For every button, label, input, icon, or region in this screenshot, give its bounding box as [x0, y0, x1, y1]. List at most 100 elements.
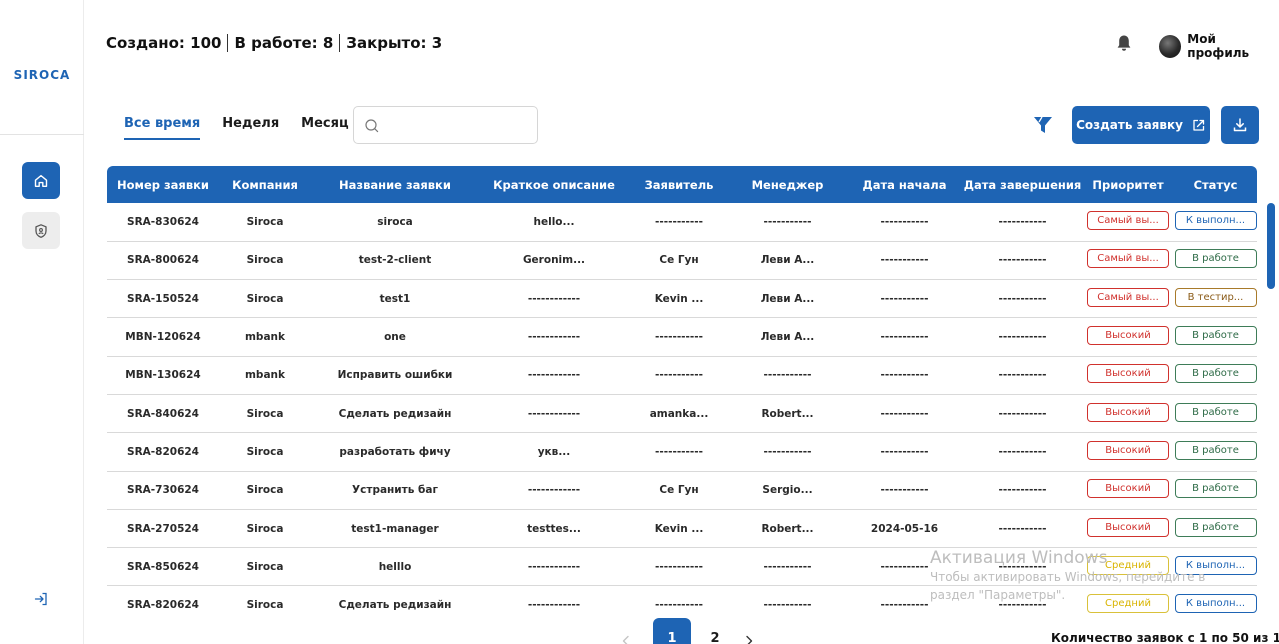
status-cell: В работе — [1174, 241, 1257, 281]
table-cell: SRA-150524 — [107, 279, 219, 319]
tab-month[interactable]: Месяц — [301, 116, 348, 140]
table-row[interactable]: SRA-270524 Siroca test1-manager testtes... K… — [107, 509, 1257, 549]
priority-badge: Высокий — [1087, 440, 1169, 460]
search-input[interactable] — [386, 112, 531, 138]
status-cell: В работе — [1174, 471, 1257, 510]
status-cell: В тестир... — [1174, 279, 1257, 319]
tab-all-time[interactable]: Все время — [124, 116, 201, 140]
table-row[interactable]: SRA-840624 Siroca Сделать редизайн --------… — [107, 394, 1257, 434]
table-cell: test-2-client — [311, 241, 479, 281]
table-cell: amanka... — [629, 394, 729, 434]
create-ticket-button[interactable]: Создать заявку — [1072, 106, 1210, 144]
priority-cell: Самый вы... — [1082, 241, 1174, 281]
table-cell: SRA-730624 — [107, 471, 219, 510]
watermark-line: Чтобы активировать Windows, перейдите в — [930, 570, 1206, 584]
filter-icon[interactable] — [1032, 114, 1054, 136]
table-cell: ------------ — [479, 279, 629, 319]
prev-page-button[interactable] — [616, 628, 636, 644]
table-cell: Siroca — [219, 509, 311, 549]
column-header: Статус — [1174, 166, 1257, 203]
table-cell: Леви А... — [729, 241, 846, 281]
table-cell: SRA-830624 — [107, 203, 219, 242]
status-cell: В работе — [1174, 394, 1257, 434]
table-row[interactable]: SRA-150524 Siroca test1 ------------ Kevin .… — [107, 279, 1257, 319]
priority-badge: Высокий — [1087, 402, 1169, 422]
column-header: Дата начала — [846, 166, 963, 203]
priority-badge: Высокий — [1087, 479, 1169, 499]
table-cell: ----------- — [729, 547, 846, 587]
sidebar-item-home[interactable] — [22, 162, 60, 199]
status-cell: В работе — [1174, 509, 1257, 549]
table-cell: Siroca — [219, 585, 311, 616]
table-cell: ------------ — [479, 317, 629, 357]
table-cell: ----------- — [846, 432, 963, 472]
table-cell: разработать фичу — [311, 432, 479, 472]
table-row[interactable]: SRA-730624 Siroca Устранить баг -----------… — [107, 471, 1257, 510]
table-cell: ----------- — [629, 585, 729, 616]
profile-menu[interactable]: Мой профиль — [1159, 32, 1279, 60]
table-cell: Siroca — [219, 241, 311, 281]
logout-button[interactable] — [31, 589, 51, 609]
table-header-row: Номер заявки Компания Название заявки Кратк… — [107, 166, 1257, 203]
bell-icon[interactable] — [1114, 33, 1134, 53]
sidebar: SIROCA — [0, 0, 84, 644]
table-row[interactable]: MBN-120624 mbank one ------------ ----------… — [107, 317, 1257, 357]
table-cell: SRA-840624 — [107, 394, 219, 434]
table-cell: hello... — [479, 203, 629, 242]
table-cell: ----------- — [729, 432, 846, 472]
table-cell: ----------- — [629, 356, 729, 395]
table-cell: Siroca — [219, 432, 311, 472]
status-badge: В работе — [1174, 249, 1257, 269]
table-cell: siroca — [311, 203, 479, 242]
status-badge: В работе — [1174, 479, 1257, 499]
priority-badge: Самый вы... — [1087, 210, 1169, 230]
table-row[interactable]: SRA-830624 Siroca siroca hello... ----------… — [107, 203, 1257, 242]
table-cell: ----------- — [729, 203, 846, 242]
table-cell: Siroca — [219, 279, 311, 319]
download-button[interactable] — [1221, 106, 1259, 144]
chevron-right-icon — [746, 635, 753, 644]
table-cell: ----------- — [963, 356, 1082, 395]
table-cell: mbank — [219, 317, 311, 357]
status-badge: В работе — [1174, 440, 1257, 460]
app-logo[interactable]: SIROCA — [0, 68, 84, 82]
page-button-1[interactable]: 1 — [653, 618, 691, 644]
table-cell: ----------- — [963, 279, 1082, 319]
create-ticket-label: Создать заявку — [1076, 118, 1183, 132]
priority-cell: Высокий — [1082, 317, 1174, 357]
table-cell: Леви А... — [729, 279, 846, 319]
tab-week[interactable]: Неделя — [222, 116, 279, 140]
table-row[interactable]: SRA-820624 Siroca разработать фичу укв... --… — [107, 432, 1257, 472]
next-page-button[interactable] — [739, 628, 759, 644]
table-cell: Се Гун — [629, 471, 729, 510]
windows-activation-watermark: Активация Windows Чтобы активировать Win… — [930, 548, 1205, 604]
column-header: Менеджер — [729, 166, 846, 203]
table-cell: Сделать редизайн — [311, 585, 479, 616]
table-cell: Се Гун — [629, 241, 729, 281]
table-scrollbar[interactable] — [1267, 203, 1275, 289]
table-cell: helllo — [311, 547, 479, 587]
table-cell: MBN-120624 — [107, 317, 219, 357]
status-badge: В работе — [1174, 402, 1257, 422]
table-cell: Siroca — [219, 471, 311, 510]
status-badge: В тестир... — [1174, 287, 1257, 307]
sidebar-item-security[interactable] — [22, 212, 60, 249]
status-badge: В работе — [1174, 364, 1257, 384]
status-cell: В работе — [1174, 432, 1257, 472]
page-button-2[interactable]: 2 — [696, 618, 734, 644]
table-cell: ----------- — [846, 356, 963, 395]
priority-cell: Самый вы... — [1082, 203, 1174, 242]
priority-cell: Высокий — [1082, 509, 1174, 549]
logout-icon — [34, 592, 47, 606]
table-cell: Robert... — [729, 509, 846, 549]
table-row[interactable]: SRA-800624 Siroca test-2-client Geronim... С… — [107, 241, 1257, 281]
sidebar-divider — [0, 134, 84, 135]
stat-closed: Закрыто: 3 — [346, 34, 443, 52]
table-cell: ----------- — [846, 279, 963, 319]
table-row[interactable]: MBN-130624 mbank Исправить ошибки ---------… — [107, 356, 1257, 395]
table-cell: ----------- — [629, 547, 729, 587]
table-cell: ----------- — [729, 585, 846, 616]
status-cell: К выполн... — [1174, 203, 1257, 242]
table-cell: ----------- — [963, 394, 1082, 434]
stat-divider — [339, 34, 341, 52]
